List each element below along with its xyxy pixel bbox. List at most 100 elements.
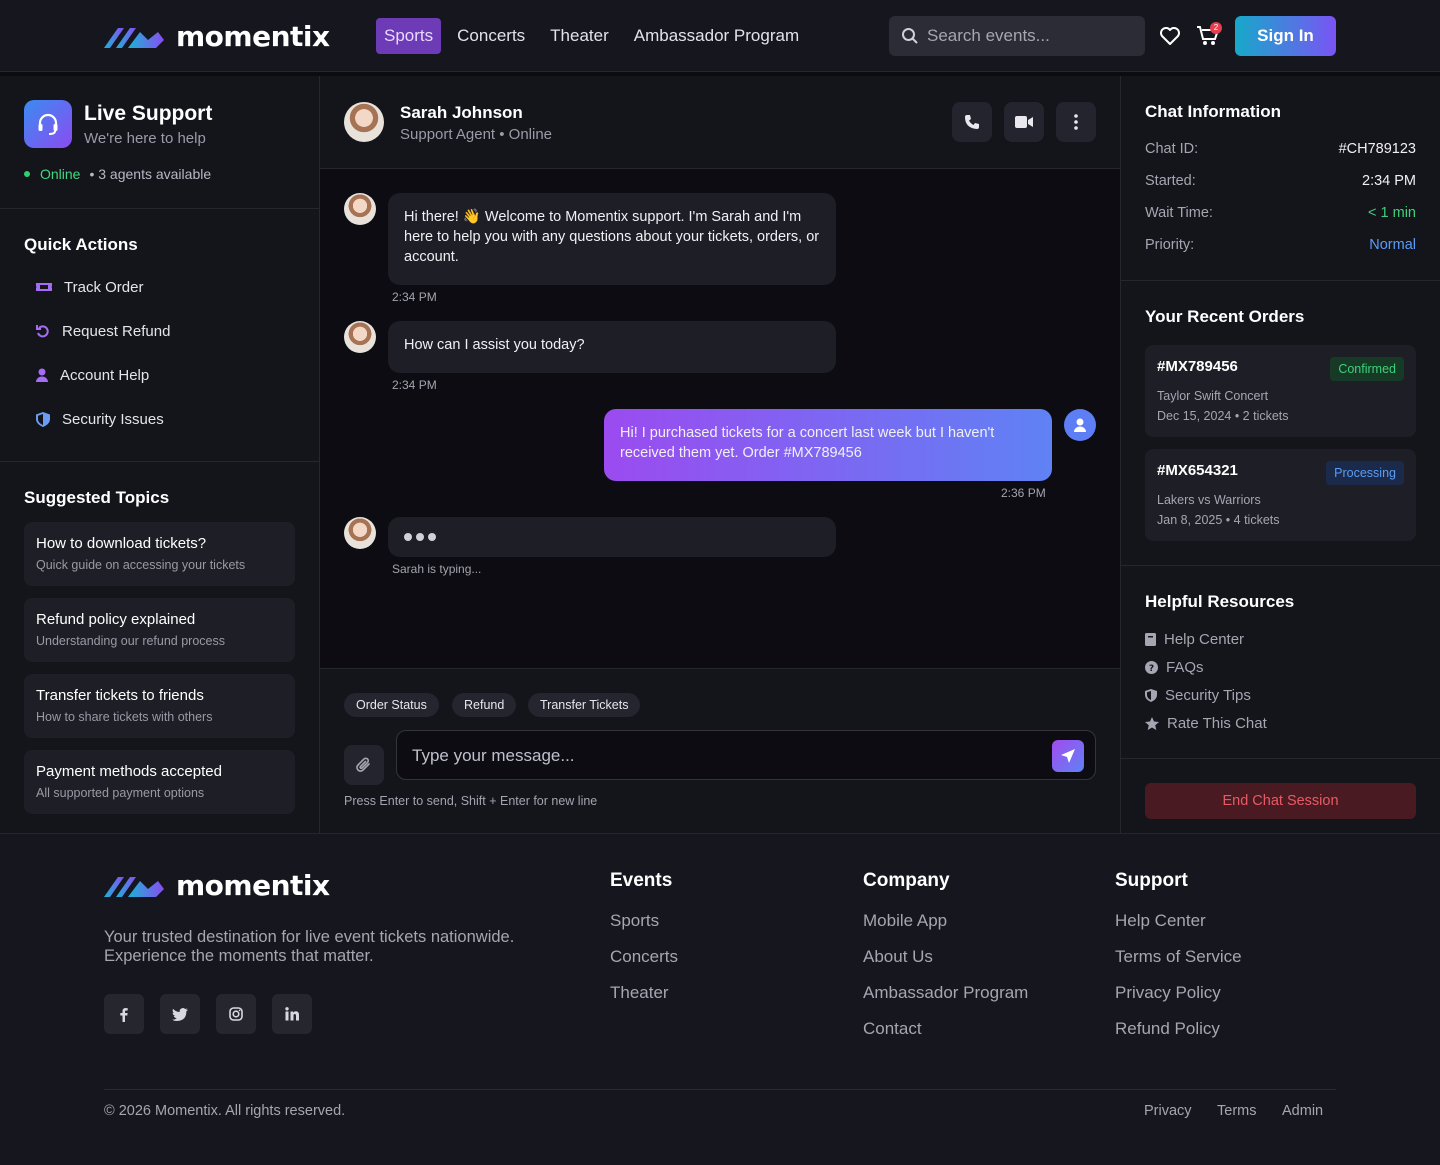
question-icon: ? <box>1145 661 1158 674</box>
bottom-link-admin[interactable]: Admin <box>1282 1103 1323 1119</box>
topic-card[interactable]: Transfer tickets to friends How to share… <box>24 674 295 738</box>
typing-indicator <box>388 517 836 557</box>
footer-brand-logo[interactable]: momentix <box>104 869 330 902</box>
book-icon <box>1145 633 1156 646</box>
live-support-title: Live Support <box>84 102 213 125</box>
agent-message: Hi there! 👋 Welcome to Momentix support.… <box>388 193 836 285</box>
resource-label: Rate This Chat <box>1167 715 1267 732</box>
resource-help-center[interactable]: Help Center <box>1145 631 1244 648</box>
footer-link[interactable]: Help Center <box>1115 911 1206 931</box>
online-dot-icon <box>24 171 30 177</box>
twitter-button[interactable] <box>160 994 200 1034</box>
agent-avatar <box>344 321 376 353</box>
instagram-button[interactable] <box>216 994 256 1034</box>
topic-description: Understanding our refund process <box>36 634 226 648</box>
info-value: Normal <box>1369 237 1416 253</box>
order-card[interactable]: #MX654321 Processing Lakers vs Warriors … <box>1145 449 1416 541</box>
topic-title: How to download tickets? <box>36 535 207 552</box>
agent-avatar <box>344 517 376 549</box>
quick-action-label: Track Order <box>64 278 144 296</box>
twitter-icon <box>172 1007 188 1021</box>
footer-link[interactable]: Contact <box>863 1019 922 1039</box>
quick-reply-order-status[interactable]: Order Status <box>344 693 439 717</box>
attach-file-button[interactable] <box>344 745 384 785</box>
footer-link[interactable]: About Us <box>863 947 933 967</box>
footer-events-title: Events <box>610 870 673 891</box>
voice-call-button[interactable] <box>952 102 992 142</box>
linkedin-button[interactable] <box>272 994 312 1034</box>
user-message: Hi! I purchased tickets for a concert la… <box>604 409 1052 481</box>
agent-avatar <box>344 102 384 142</box>
footer-link[interactable]: Mobile App <box>863 911 947 931</box>
resource-security-tips[interactable]: Security Tips <box>1145 687 1251 704</box>
quick-action-security-issues[interactable]: Security Issues <box>36 407 164 431</box>
footer-company-title: Company <box>863 870 950 891</box>
nav-ambassador-program[interactable]: Ambassador Program <box>634 18 799 54</box>
sign-in-button[interactable]: Sign In <box>1235 16 1336 56</box>
footer-divider <box>104 1089 1336 1090</box>
user-avatar <box>1064 409 1096 441</box>
star-icon <box>1145 717 1159 730</box>
paperclip-icon <box>356 757 370 772</box>
divider <box>1121 280 1440 281</box>
suggested-topics-title: Suggested Topics <box>24 488 170 507</box>
nav-theater[interactable]: Theater <box>550 18 609 54</box>
send-button[interactable] <box>1052 740 1084 772</box>
svg-text:?: ? <box>1149 664 1154 674</box>
info-label: Started: <box>1145 173 1196 189</box>
quick-action-account-help[interactable]: Account Help <box>36 363 149 387</box>
cart-count-badge: 2 <box>1210 22 1222 34</box>
order-details: Jan 8, 2025 • 4 tickets <box>1157 513 1280 527</box>
bottom-link-terms[interactable]: Terms <box>1217 1103 1256 1119</box>
footer-link[interactable]: Theater <box>610 983 669 1003</box>
topic-description: All supported payment options <box>36 786 205 800</box>
ticket-icon <box>36 283 52 291</box>
nav-concerts[interactable]: Concerts <box>457 18 525 54</box>
support-sidebar: Live Support We're here to help Online •… <box>0 76 320 833</box>
chat-information-title: Chat Information <box>1145 102 1281 121</box>
search-input[interactable] <box>927 26 1127 46</box>
search-bar[interactable] <box>889 16 1145 56</box>
topic-title: Refund policy explained <box>36 611 196 628</box>
end-chat-button[interactable]: End Chat Session <box>1145 783 1416 819</box>
bottom-link-privacy[interactable]: Privacy <box>1144 1103 1192 1119</box>
more-options-button[interactable] <box>1056 102 1096 142</box>
topic-card[interactable]: How to download tickets? Quick guide on … <box>24 522 295 586</box>
message-time: 2:34 PM <box>392 378 437 392</box>
info-value: < 1 min <box>1368 205 1416 221</box>
quick-action-request-refund[interactable]: Request Refund <box>36 319 170 343</box>
nav-sports[interactable]: Sports <box>376 18 442 54</box>
recent-orders-title: Your Recent Orders <box>1145 307 1305 326</box>
footer-link[interactable]: Concerts <box>610 947 678 967</box>
topic-card[interactable]: Refund policy explained Understanding ou… <box>24 598 295 662</box>
order-card[interactable]: #MX789456 Confirmed Taylor Swift Concert… <box>1145 345 1416 437</box>
search-icon <box>902 28 918 44</box>
video-call-button[interactable] <box>1004 102 1044 142</box>
brand-logo[interactable]: momentix <box>104 20 330 53</box>
order-id: #MX654321 <box>1157 462 1238 479</box>
facebook-button[interactable] <box>104 994 144 1034</box>
footer-link[interactable]: Terms of Service <box>1115 947 1242 967</box>
resource-label: Help Center <box>1164 631 1245 648</box>
user-icon <box>1074 418 1086 432</box>
info-label: Priority: <box>1145 237 1195 253</box>
order-event: Taylor Swift Concert <box>1157 389 1269 403</box>
agent-message: How can I assist you today? <box>388 321 836 373</box>
quick-reply-refund[interactable]: Refund <box>452 693 517 717</box>
footer-link[interactable]: Privacy Policy <box>1115 983 1221 1003</box>
footer-link[interactable]: Refund Policy <box>1115 1019 1220 1039</box>
resource-rate-chat[interactable]: Rate This Chat <box>1145 715 1267 732</box>
chat-info-sidebar: Chat Information Chat ID: #CH789123 Star… <box>1120 76 1440 833</box>
footer-link[interactable]: Sports <box>610 911 659 931</box>
topic-card[interactable]: Payment methods accepted All supported p… <box>24 750 295 814</box>
quick-action-track-order[interactable]: Track Order <box>36 275 143 299</box>
online-status: Online <box>40 166 81 182</box>
resource-faqs[interactable]: ? FAQs <box>1145 659 1204 676</box>
user-icon <box>36 368 48 382</box>
message-input[interactable] <box>412 743 1032 769</box>
favorites-button[interactable] <box>1159 25 1181 47</box>
quick-reply-transfer-tickets[interactable]: Transfer Tickets <box>528 693 641 717</box>
send-icon <box>1061 749 1075 763</box>
video-icon <box>1015 116 1033 128</box>
footer-link[interactable]: Ambassador Program <box>863 983 1028 1003</box>
